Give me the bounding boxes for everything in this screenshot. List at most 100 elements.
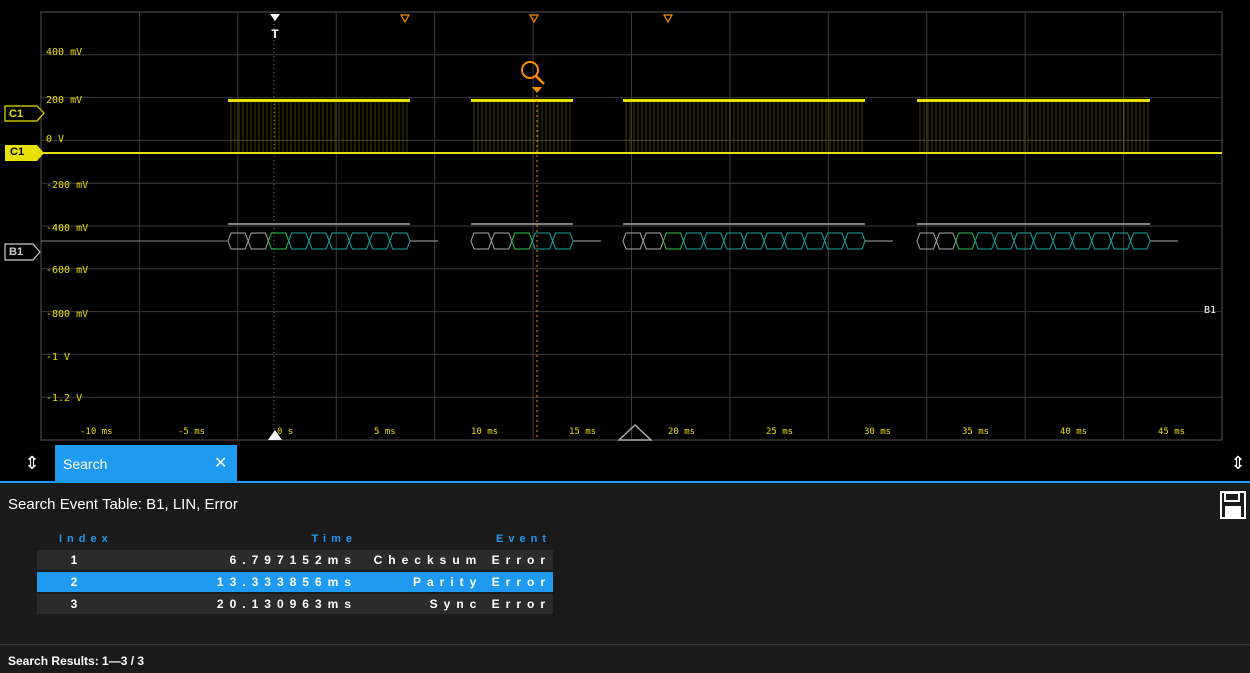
x-label: 5 ms bbox=[374, 427, 396, 437]
trigger-marker bbox=[270, 14, 280, 21]
b1-frame-segment bbox=[824, 232, 846, 250]
table-row[interactable]: 1 6.797152ms Checksum Error bbox=[37, 550, 553, 570]
close-icon[interactable]: ✕ bbox=[214, 453, 227, 472]
b1-frame-segment bbox=[1130, 232, 1151, 250]
save-icon[interactable] bbox=[1220, 491, 1246, 519]
b1-frame-segment bbox=[783, 232, 806, 250]
b1-frame-segment bbox=[470, 232, 492, 250]
channel-c1-threshold-label[interactable]: C1 bbox=[9, 108, 23, 120]
search-panel: Search Event Table: B1, LIN, Error Index… bbox=[0, 483, 1250, 673]
b1-frame-segment bbox=[1013, 232, 1035, 250]
x-label: 30 ms bbox=[864, 427, 892, 437]
x-label: -5 ms bbox=[178, 427, 206, 437]
table-row[interactable]: 3 20.130963ms Sync Error bbox=[37, 594, 553, 614]
b1-frame-segment bbox=[974, 232, 996, 250]
search-results-status: Search Results: 1—3 / 3 bbox=[8, 654, 145, 668]
b1-frame-segment bbox=[328, 232, 350, 250]
x-label: 0 s bbox=[277, 427, 294, 437]
b1-frame-segment bbox=[1052, 232, 1073, 250]
b1-frame-segment bbox=[490, 232, 513, 250]
cell-time: 20.130963ms bbox=[216, 597, 357, 611]
b1-frame-segment bbox=[552, 232, 574, 250]
cell-index: 1 bbox=[70, 553, 84, 567]
b1-frame-segment bbox=[389, 232, 411, 250]
tab-search[interactable]: Search ✕ bbox=[55, 445, 237, 482]
table-header: Index Time Event bbox=[37, 530, 553, 548]
search-event-table: Index Time Event 1 6.797152ms Checksum E… bbox=[37, 530, 553, 616]
b1-frame-segment bbox=[369, 232, 391, 250]
cell-time: 6.797152ms bbox=[229, 553, 357, 567]
b1-frame-segment bbox=[642, 232, 664, 250]
b1-frame-segment bbox=[288, 232, 310, 250]
panel-resize-right-icon[interactable]: ⇕ bbox=[1222, 447, 1250, 481]
panel-resize-left-icon[interactable]: ⇕ bbox=[16, 447, 48, 481]
x-label: 35 ms bbox=[962, 427, 990, 437]
b1-frame-segment bbox=[531, 232, 554, 250]
b1-frame-segment bbox=[511, 232, 533, 250]
y-label: -200 mV bbox=[46, 180, 89, 191]
cell-event: Parity Error bbox=[412, 575, 551, 589]
x-label: 40 ms bbox=[1060, 427, 1088, 437]
waveform-display[interactable]: T 400 mV 200 mV 0 V -200 mV -400 mV -600… bbox=[0, 0, 1250, 442]
cell-event: Checksum Error bbox=[373, 553, 551, 567]
header-event[interactable]: Event bbox=[355, 533, 551, 545]
cell-index: 2 bbox=[70, 575, 84, 589]
b1-frame-segment bbox=[247, 232, 269, 250]
b1-frame-segment bbox=[763, 232, 785, 250]
b1-frame-segment bbox=[723, 232, 745, 250]
b1-frame-segment bbox=[703, 232, 725, 250]
channel-c1-label[interactable]: C1 bbox=[10, 146, 24, 158]
b1-frame-segment bbox=[308, 232, 330, 250]
x-label: 10 ms bbox=[471, 427, 499, 437]
y-label: -600 mV bbox=[46, 265, 89, 276]
cell-event: Sync Error bbox=[429, 597, 551, 611]
header-index[interactable]: Index bbox=[59, 533, 139, 545]
tab-search-label: Search bbox=[63, 456, 108, 472]
tab-bar: ⇕ Search ✕ ⇕ bbox=[0, 445, 1250, 482]
x-label: 45 ms bbox=[1158, 427, 1186, 437]
x-label: 15 ms bbox=[569, 427, 597, 437]
bus-b1-side-label: B1 bbox=[1203, 305, 1216, 316]
cell-time: 13.333856ms bbox=[216, 575, 357, 589]
b1-frame-segment bbox=[622, 232, 644, 250]
event-marker-top bbox=[399, 14, 411, 24]
magnifier-icon-handle bbox=[535, 75, 545, 85]
event-marker-top bbox=[662, 14, 674, 24]
b1-frame-segment bbox=[955, 232, 976, 250]
x-label: 20 ms bbox=[668, 427, 696, 437]
x-label: -10 ms bbox=[80, 427, 113, 437]
status-divider bbox=[0, 644, 1250, 645]
y-label: -800 mV bbox=[46, 309, 89, 320]
y-label: 200 mV bbox=[46, 95, 83, 106]
y-label: -1 V bbox=[46, 352, 71, 363]
b1-frame-segment bbox=[1110, 232, 1132, 250]
x-label: 25 ms bbox=[766, 427, 794, 437]
table-row-selected[interactable]: 2 13.333856ms Parity Error bbox=[37, 572, 553, 592]
b1-frame-segment bbox=[662, 232, 685, 250]
b1-frame-segment bbox=[743, 232, 765, 250]
c1-trace-high bbox=[623, 99, 865, 102]
b1-frame-segment bbox=[803, 232, 826, 250]
y-label: 0 V bbox=[46, 134, 65, 145]
y-label: 400 mV bbox=[46, 47, 83, 58]
y-label: -1.2 V bbox=[46, 393, 83, 404]
horizontal-position-marker bbox=[617, 423, 653, 441]
b1-frame-segment bbox=[1091, 232, 1112, 250]
header-time[interactable]: Time bbox=[157, 533, 357, 545]
b1-frame-segment bbox=[682, 232, 705, 250]
b1-frame-segment bbox=[348, 232, 371, 250]
b1-frame-segment bbox=[1032, 232, 1054, 250]
b1-frame-segment bbox=[994, 232, 1015, 250]
b1-frame-segment bbox=[935, 232, 957, 250]
waveform-canvas[interactable]: T bbox=[0, 0, 1250, 442]
trigger-label: T bbox=[271, 27, 279, 41]
cell-index: 3 bbox=[70, 597, 84, 611]
panel-title: Search Event Table: B1, LIN, Error bbox=[8, 496, 238, 513]
magnifier-icon bbox=[521, 61, 539, 79]
bus-b1-label[interactable]: B1 bbox=[9, 246, 23, 258]
y-label: -400 mV bbox=[46, 223, 89, 234]
event-marker-top bbox=[528, 14, 540, 24]
b1-frame-segment bbox=[1071, 232, 1093, 250]
b1-frame-segment bbox=[267, 232, 290, 250]
b1-frame-segment bbox=[844, 232, 866, 250]
